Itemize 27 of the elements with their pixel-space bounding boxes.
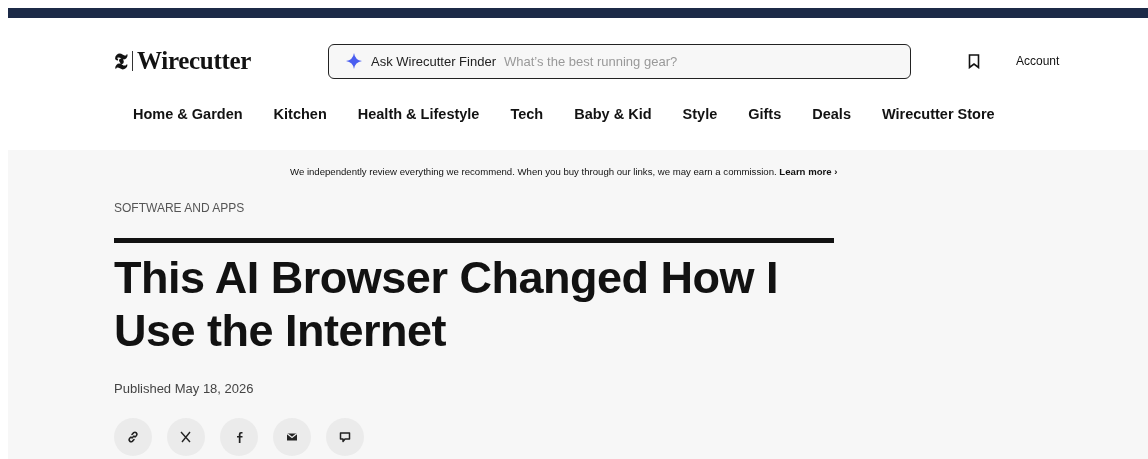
sparkle-icon — [345, 52, 363, 70]
nav-link[interactable]: Health & Lifestyle — [357, 106, 480, 122]
nav-link[interactable]: Home & Garden — [133, 106, 243, 122]
nav-link[interactable]: Wirecutter Store — [881, 106, 995, 122]
search-field[interactable]: What’s the best running gear? — [504, 53, 910, 69]
nav-link[interactable]: Deals — [812, 106, 851, 122]
share-button[interactable] — [273, 418, 311, 456]
nav-link[interactable]: Kitchen — [273, 106, 327, 122]
site-logo[interactable]: Wirecutter — [137, 47, 252, 75]
bookmark-icon[interactable] — [968, 53, 980, 69]
affiliate-disclaimer: We independently review everything we recommend. When you buy through our links, we may earn a commission. Learn more › — [289, 165, 839, 177]
share-button[interactable] — [167, 418, 205, 456]
account-link[interactable]: Account — [1016, 54, 1060, 68]
nav-link[interactable]: Gifts — [748, 106, 782, 122]
link-icon — [125, 429, 141, 445]
nav-link[interactable]: Tech — [510, 106, 544, 122]
article-title: This AI Browser Changed How I Use the Internet — [114, 251, 779, 357]
share-button[interactable] — [326, 418, 364, 456]
publish-date: Published May 18, 2026 — [114, 381, 255, 396]
category-label[interactable]: SOFTWARE AND APPS — [114, 201, 1148, 215]
search-label: Ask Wirecutter Finder — [371, 53, 496, 69]
comment-icon — [337, 429, 353, 445]
nav-link[interactable]: Style — [682, 106, 718, 122]
learn-more-link[interactable]: Learn more › — [779, 166, 838, 177]
nav-link[interactable]: Baby & Kid — [574, 106, 652, 122]
search-bar[interactable]: Ask Wirecutter Finder What’s the best running gear? — [328, 43, 911, 79]
logo-mark: 𝕿 — [114, 48, 128, 74]
